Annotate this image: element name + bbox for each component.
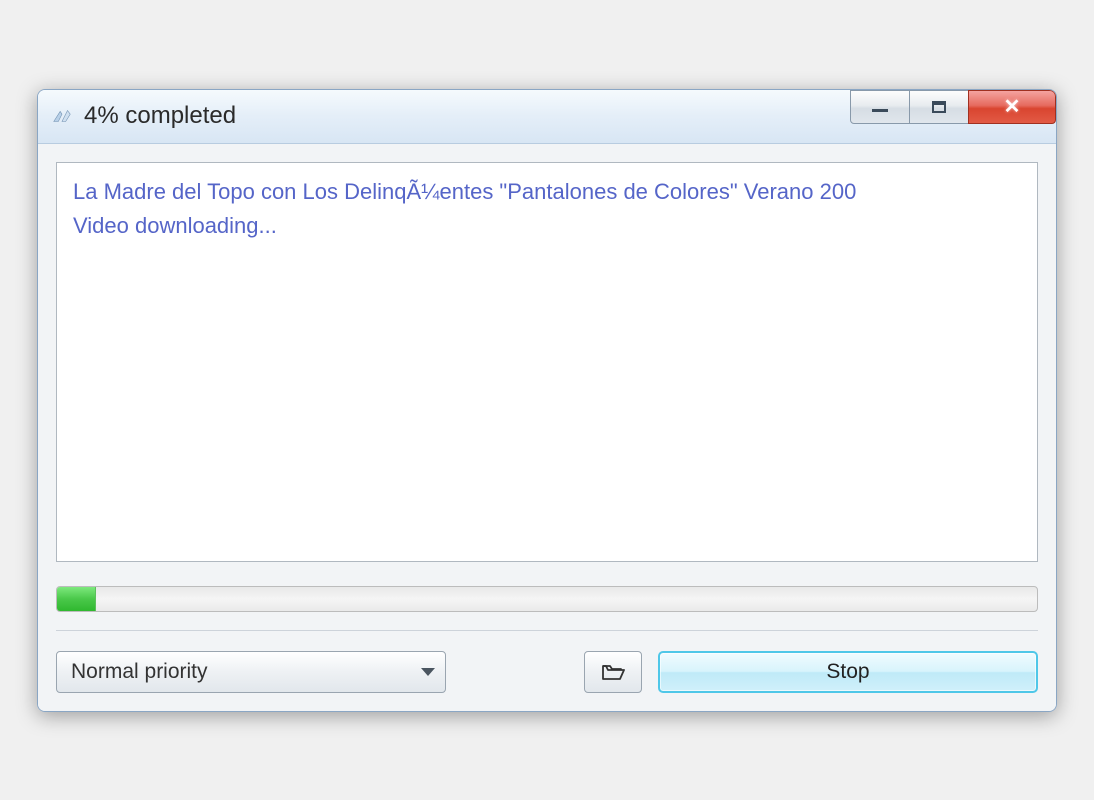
- client-area: La Madre del Topo con Los DelinqÃ¼entes …: [38, 144, 1056, 711]
- window-title: 4% completed: [84, 102, 236, 130]
- maximize-button[interactable]: [909, 90, 969, 124]
- log-line-status: Video downloading...: [73, 209, 1021, 243]
- folder-open-icon: [601, 662, 625, 682]
- chevron-down-icon: [421, 668, 435, 676]
- maximize-icon: [932, 101, 946, 113]
- log-line-title: La Madre del Topo con Los DelinqÃ¼entes …: [73, 175, 1021, 209]
- stop-label: Stop: [826, 660, 869, 684]
- download-progress-window: 4% completed ✕ La Madre del Topo con Los…: [37, 89, 1057, 712]
- stop-button[interactable]: Stop: [658, 651, 1038, 693]
- window-controls: ✕: [851, 90, 1056, 143]
- bottom-controls: Normal priority Stop: [56, 630, 1038, 693]
- close-button[interactable]: ✕: [968, 90, 1056, 124]
- priority-label: Normal priority: [71, 660, 208, 684]
- close-icon: ✕: [1004, 97, 1021, 117]
- titlebar[interactable]: 4% completed ✕: [38, 90, 1056, 144]
- minimize-button[interactable]: [850, 90, 910, 124]
- progress-section: [56, 586, 1038, 630]
- priority-select[interactable]: Normal priority: [56, 651, 446, 693]
- progress-bar: [56, 586, 1038, 612]
- minimize-icon: [872, 108, 888, 112]
- download-log-panel: La Madre del Topo con Los DelinqÃ¼entes …: [56, 162, 1038, 562]
- progress-fill: [57, 587, 96, 611]
- open-folder-button[interactable]: [584, 651, 642, 693]
- app-icon: [50, 104, 74, 128]
